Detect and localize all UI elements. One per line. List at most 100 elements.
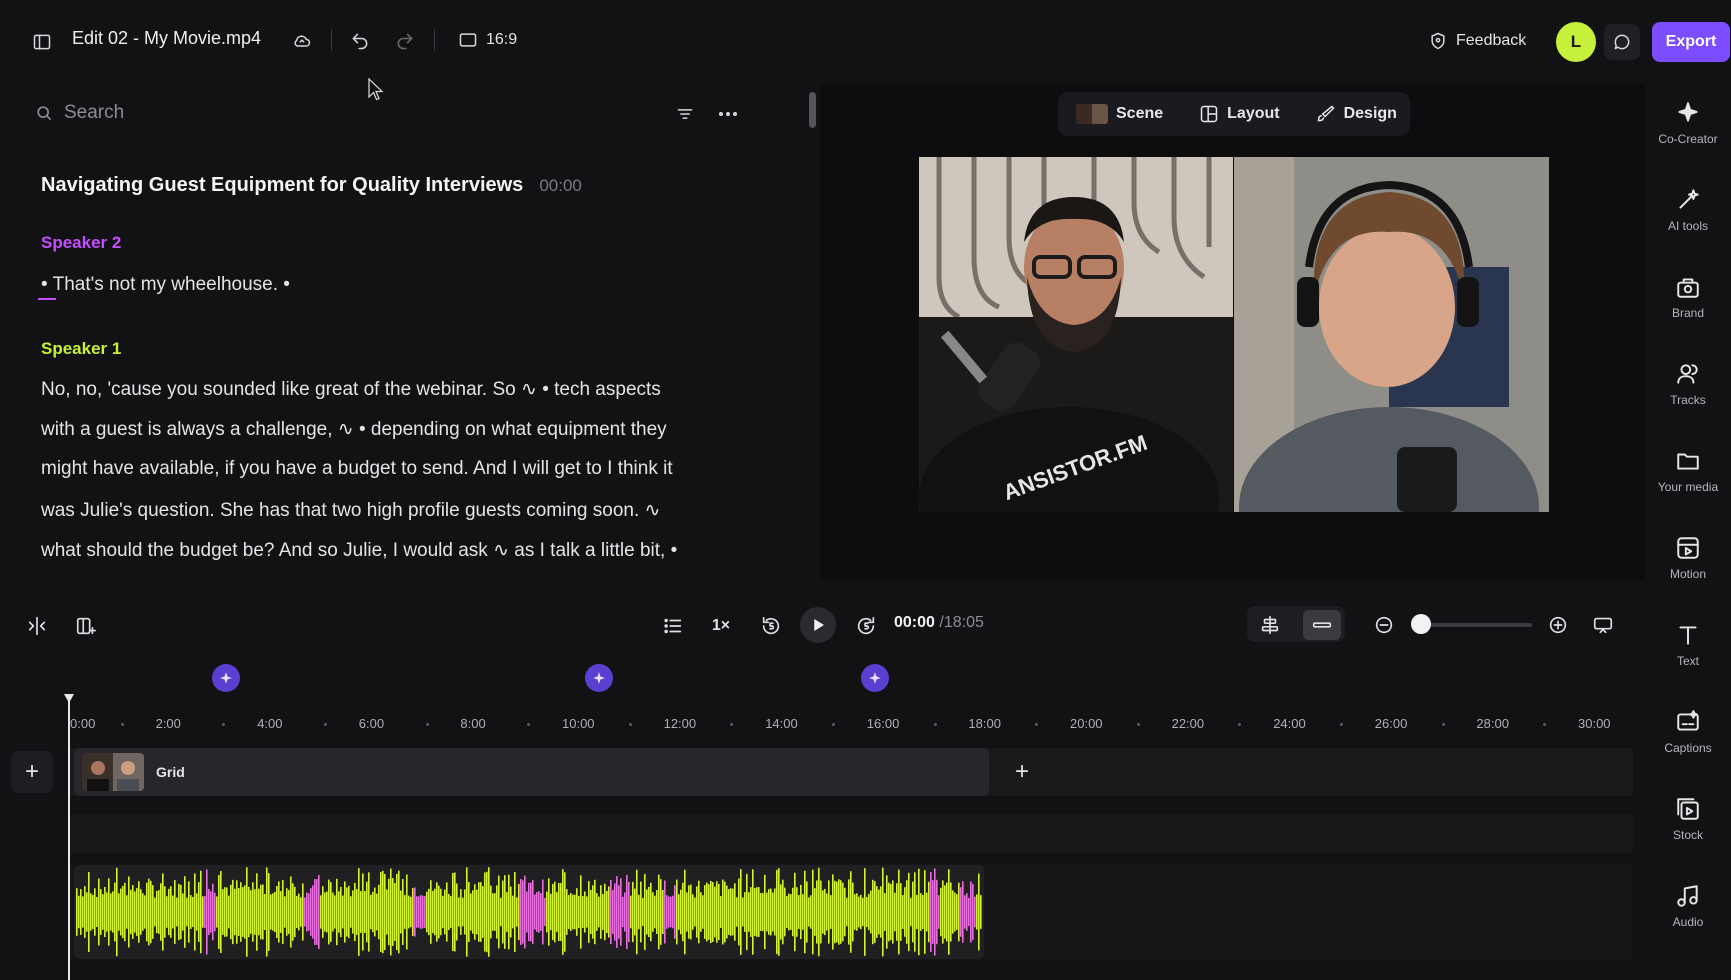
waveform-bar [240,882,242,942]
waveform-bar [108,878,110,946]
transcript-line[interactable]: with a guest is always a challenge, ∿ • … [41,418,667,441]
waveform-bar [96,896,98,928]
waveform-bar [698,880,700,944]
ruler-tick [324,723,327,726]
waveform-bar [496,885,498,939]
waveform-bar [486,871,488,953]
sidebar-item-tracks[interactable]: Tracks [1645,361,1731,431]
waveform-bar [142,893,144,931]
audio-clip[interactable] [74,865,984,959]
ai-marker[interactable] [212,664,240,692]
sidebar-item-audio[interactable]: Audio [1645,883,1731,953]
sidebar-item-text[interactable]: Text [1645,622,1731,692]
waveform-bar [148,878,150,946]
scene-tab[interactable]: Scene [1058,92,1181,136]
waveform-bar [562,869,564,955]
waveform-bar [708,884,710,940]
sidebar-toggle-icon[interactable] [30,30,54,54]
chapters-list-icon[interactable] [660,613,686,639]
waveform-bar [220,870,222,954]
waveform-bar [412,888,414,936]
rewind-5-icon[interactable] [757,612,785,640]
zoom-slider-handle[interactable] [1411,614,1431,634]
transcript-paragraph-speaker-2[interactable]: • That's not my wheelhouse. • [41,274,290,296]
expanded-view-icon[interactable] [1257,612,1283,638]
sidebar-item-brand[interactable]: Brand [1645,274,1731,344]
sidebar-item-motion[interactable]: Motion [1645,535,1731,605]
waveform-bar [450,895,452,929]
forward-5-icon[interactable] [852,612,880,640]
transcript-line[interactable]: what should the budget be? And so Julie,… [41,539,677,562]
sidebar-item-ai-tools[interactable]: AI tools [1645,187,1731,257]
waveform-bar [968,897,970,927]
aspect-ratio-button[interactable]: 16:9 [458,26,517,54]
waveform-bar [662,889,664,935]
redo-icon[interactable] [393,29,417,53]
zoom-out-icon[interactable] [1371,612,1397,638]
playhead-handle[interactable] [64,694,74,703]
layout-icon [1199,104,1219,124]
waveform-bar [622,896,624,928]
waveform-bar [178,883,180,941]
transcript-line[interactable]: might have available, if you have a budg… [41,458,673,480]
transcript-scrollbar[interactable] [809,92,816,128]
waveform-bar [770,888,772,936]
sidebar-item-co-creator[interactable]: Co-Creator [1645,100,1731,170]
fit-timeline-icon[interactable] [1590,612,1616,638]
waveform-bar [722,879,724,945]
waveform-bar [744,892,746,932]
search-field[interactable]: Search [34,98,334,128]
waveform-bar [922,894,924,930]
ai-marker[interactable] [861,664,889,692]
ai-marker[interactable] [585,664,613,692]
zoom-in-icon[interactable] [1545,612,1571,638]
play-button[interactable] [800,607,836,643]
project-title[interactable]: Edit 02 - My Movie.mp4 [72,28,261,49]
waveform-bar [928,881,930,943]
export-button[interactable]: Export [1652,22,1730,62]
design-tab[interactable]: Design [1298,92,1415,136]
transcript-line[interactable]: No, no, 'cause you sounded like great of… [41,378,661,401]
waveform-bar [372,891,374,933]
waveform-bar [154,897,156,927]
split-clip-icon[interactable] [24,613,50,639]
clip-thumbnail [82,753,144,791]
add-track-button[interactable]: + [11,751,53,793]
feedback-button[interactable]: Feedback [1428,26,1526,56]
undo-icon[interactable] [348,29,372,53]
zoom-slider[interactable] [1420,623,1532,627]
video-preview[interactable]: ANSISTOR.FM [919,157,1549,512]
chapter-time[interactable]: 00:00 [539,176,582,196]
waveform-bar [204,895,206,929]
sidebar-item-stock[interactable]: Stock [1645,796,1731,866]
sidebar-item-your-media[interactable]: Your media [1645,448,1731,518]
transcript-line[interactable]: was Julie's question. She has that two h… [41,499,660,522]
video-clip[interactable]: Grid [74,748,989,796]
waveform-bar [730,888,732,936]
waveform-bar [578,895,580,929]
cloud-sync-icon[interactable] [288,28,316,54]
search-input[interactable]: Search [64,102,124,124]
waveform-bar [320,895,322,929]
add-clip-button[interactable]: + [1001,751,1043,793]
compact-view-icon[interactable] [1303,610,1341,640]
avatar[interactable]: L [1556,22,1596,62]
comments-button[interactable] [1604,24,1640,60]
ruler-tick [933,723,937,726]
more-options-icon[interactable] [716,102,740,126]
playback-speed-button[interactable]: 1× [708,613,734,639]
waveform-bar [190,895,192,929]
speaker-2-label[interactable]: Speaker 2 [41,233,121,253]
sidebar-item-captions[interactable]: Captions [1645,709,1731,779]
speaker-1-label[interactable]: Speaker 1 [41,339,121,359]
filter-icon[interactable] [673,102,697,126]
waveform-bar [432,890,434,934]
waveform-bar [208,888,210,936]
add-layout-icon[interactable] [72,612,100,640]
waveform-bar [442,895,444,929]
playhead[interactable] [68,700,70,980]
waveform-bar [512,895,514,929]
waveform-bar [602,894,604,930]
layout-tab[interactable]: Layout [1181,92,1297,136]
waveform-bar [368,872,370,952]
